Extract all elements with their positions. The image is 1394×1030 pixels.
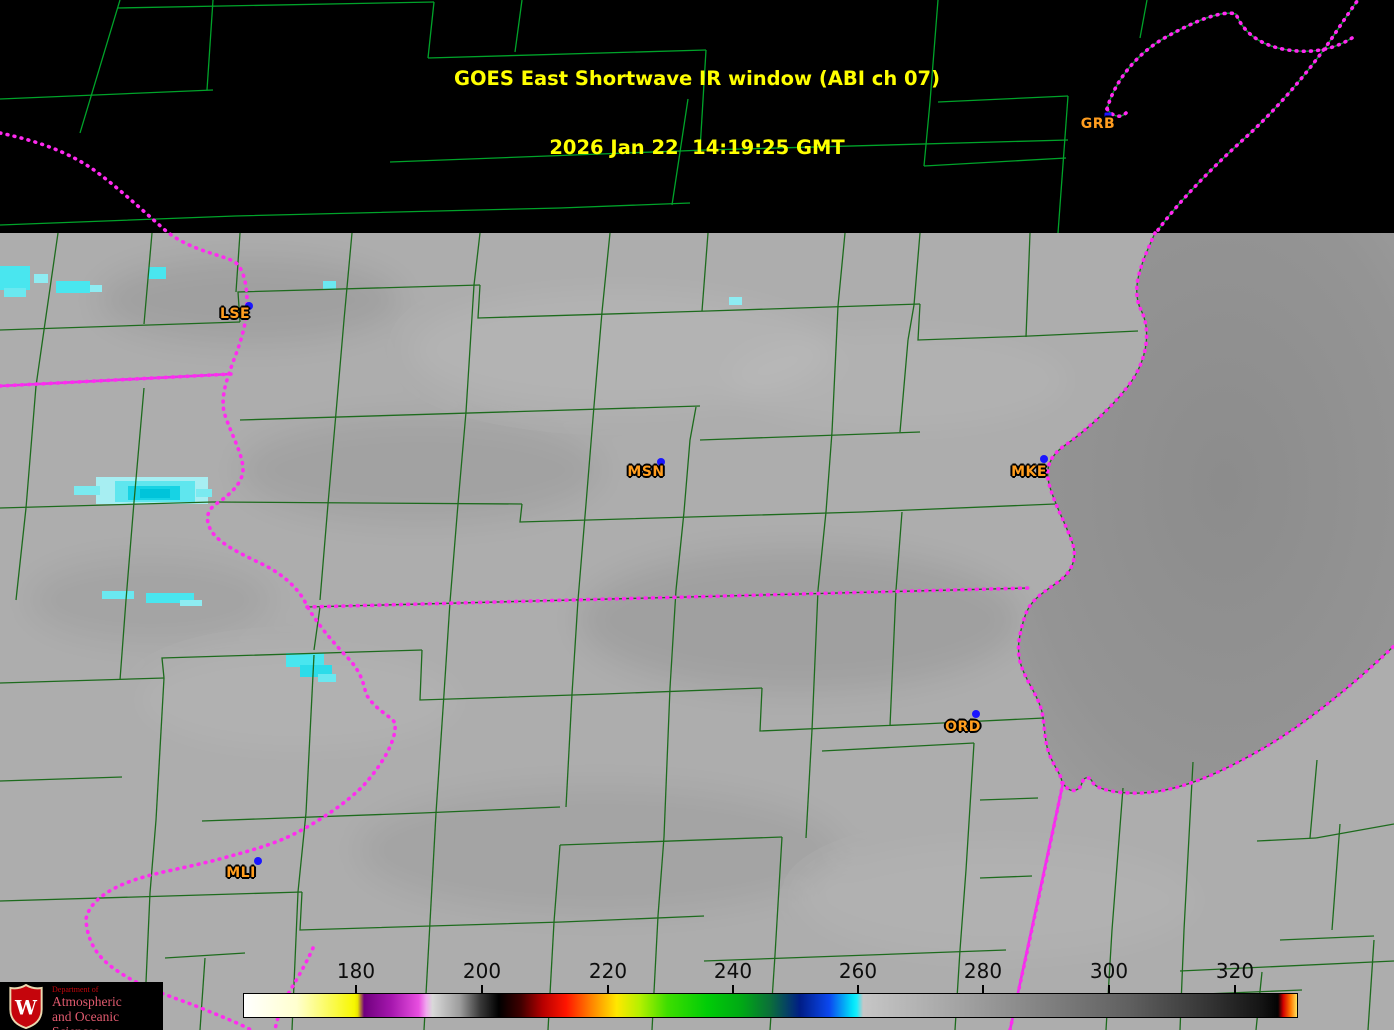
colorbar-tick	[1108, 985, 1110, 993]
station-label-lse: LSE	[219, 306, 251, 322]
uw-aos-logo: W Department of Atmospheric and Oceanic …	[0, 982, 163, 1030]
colorbar-tick	[481, 985, 483, 993]
colorbar-tick-label: 320	[1215, 959, 1255, 983]
colorbar-tick-label: 220	[588, 959, 628, 983]
colorbar-tick	[355, 985, 357, 993]
goes-satellite-viewer: GOES East Shortwave IR window (ABI ch 07…	[0, 0, 1394, 1030]
colorbar-tick	[857, 985, 859, 993]
uw-monogram: W	[14, 996, 38, 1019]
logo-department-line: Department of	[52, 985, 99, 994]
colorbar-tick-label: 300	[1089, 959, 1129, 983]
station-label-msn: MSN	[627, 464, 665, 480]
colorbar-tick	[1234, 985, 1236, 993]
colorbar-tick	[732, 985, 734, 993]
station-label-ord: ORD	[945, 719, 981, 735]
colorbar-tick-label: 240	[713, 959, 753, 983]
title-line1: GOES East Shortwave IR window (ABI ch 07…	[453, 67, 941, 90]
station-dot-mli	[254, 857, 262, 865]
station-label-grb: GRB	[1080, 116, 1116, 132]
colorbar-tick-label: 280	[963, 959, 1003, 983]
colorbar-tick-label: 260	[838, 959, 878, 983]
colorbar-tick-label: 200	[462, 959, 502, 983]
title-line2: 2026 Jan 22 14:19:25 GMT	[549, 136, 845, 159]
logo-name-line1: Atmospheric	[52, 994, 122, 1009]
station-label-mli: MLI	[226, 865, 256, 881]
station-dot-ord	[972, 710, 980, 718]
colorbar-tick	[982, 985, 984, 993]
station-label-mke: MKE	[1011, 464, 1047, 480]
image-title: GOES East Shortwave IR window (ABI ch 07…	[0, 21, 1394, 205]
uw-crest-icon: W	[9, 984, 43, 1029]
colorbar-tick-label: 180	[336, 959, 376, 983]
colorbar-tick	[607, 985, 609, 993]
logo-name-line2: and Oceanic Sciences	[52, 1009, 120, 1030]
station-dot-mke	[1040, 455, 1048, 463]
temperature-colorbar	[243, 993, 1298, 1018]
